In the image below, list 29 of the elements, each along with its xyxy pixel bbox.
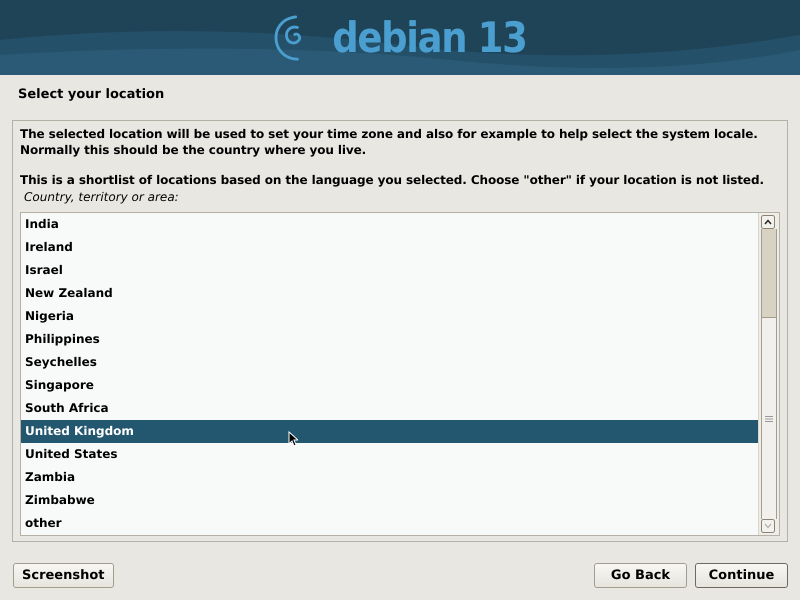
continue-button[interactable]: Continue — [695, 563, 788, 588]
list-item[interactable]: Ireland — [21, 236, 758, 259]
go-back-button[interactable]: Go Back — [594, 563, 687, 588]
list-item[interactable]: other — [21, 512, 758, 535]
description-text: The selected location will be used to set your time zone and also for example to help select the system locale. Normally this should be the country where you live. — [20, 126, 759, 158]
list-item[interactable]: India — [21, 213, 758, 236]
list-item[interactable]: Israel — [21, 259, 758, 282]
scroll-up-icon[interactable] — [761, 215, 775, 229]
description-text: This is a shortlist of locations based on the language you selected. Choose "other" if your location is not listed. — [20, 172, 765, 188]
scroll-down-icon[interactable] — [761, 519, 775, 533]
list-item[interactable]: Zambia — [21, 466, 758, 489]
list-item[interactable]: Singapore — [21, 374, 758, 397]
list-item[interactable]: New Zealand — [21, 282, 758, 305]
screenshot-button[interactable]: Screenshot — [13, 563, 114, 588]
list-item[interactable]: Zimbabwe — [21, 489, 758, 512]
list-item[interactable]: South Africa — [21, 397, 758, 420]
scrollbar[interactable] — [758, 213, 779, 535]
list-item[interactable]: Seychelles — [21, 351, 758, 374]
list-item[interactable]: United Kingdom — [21, 420, 758, 443]
list-item[interactable]: United States — [21, 443, 758, 466]
grip-icon — [765, 416, 773, 422]
page-title: Select your location — [17, 86, 166, 104]
list-label: Country, territory or area: — [23, 190, 180, 206]
scroll-thumb[interactable] — [762, 229, 776, 318]
list-item[interactable]: Philippines — [21, 328, 758, 351]
logo-text: debian 13 — [332, 13, 526, 62]
location-list[interactable]: India Ireland Israel New Zealand Nigeria Philippines Seychelles Singapore South Africa United Kingdom United States Zambia Zimbabwe other — [20, 212, 780, 536]
list-item[interactable]: Nigeria — [21, 305, 758, 328]
mouse-pointer-icon — [288, 431, 298, 447]
